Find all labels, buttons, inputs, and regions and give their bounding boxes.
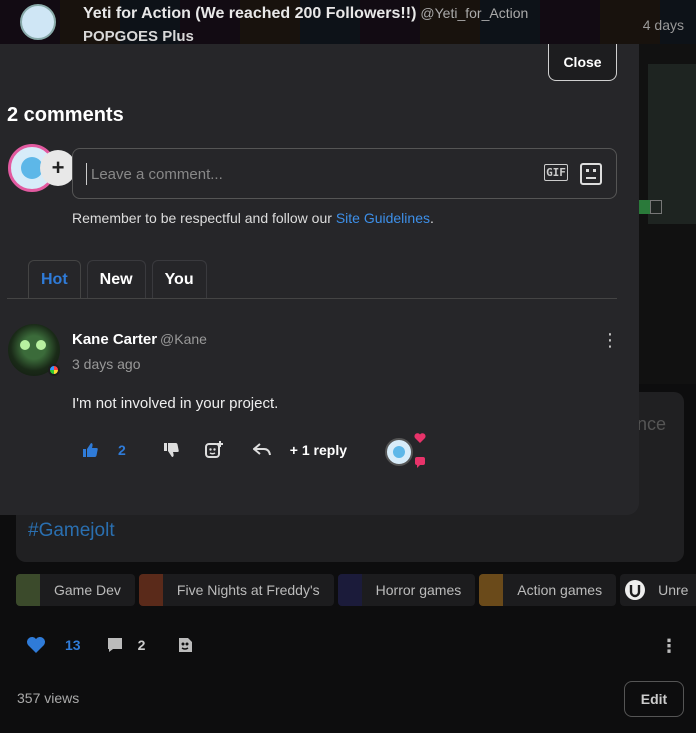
comment-author-line: Kane Carter @Kane <box>72 331 207 348</box>
comment-count[interactable]: 2 <box>138 637 146 653</box>
edit-button[interactable]: Edit <box>624 681 684 717</box>
post-actions: 13 2 <box>26 636 194 654</box>
verified-badge-icon <box>48 364 60 376</box>
comment-like-count[interactable]: 2 <box>118 442 126 458</box>
comment-more-options-icon[interactable]: ⋮ <box>601 330 619 351</box>
reply-icon[interactable] <box>252 443 271 457</box>
post-author-name[interactable]: Yeti for Action (We reached 200 Follower… <box>83 5 416 22</box>
tag-fnaf[interactable]: Five Nights at Freddy's <box>138 574 334 606</box>
heart-reaction-icon <box>414 433 426 443</box>
tab-new[interactable]: New <box>86 260 146 299</box>
tag-label: Unre <box>658 582 689 598</box>
comment-input[interactable]: Leave a comment... GIF <box>72 148 617 199</box>
tag-thumbnail <box>16 574 40 606</box>
site-guidelines-link[interactable]: Site Guidelines <box>336 210 430 226</box>
tag-horror-games[interactable]: Horror games <box>337 574 476 606</box>
guidelines-period: . <box>429 210 434 226</box>
like-count[interactable]: 13 <box>65 637 81 653</box>
tag-label: Horror games <box>375 582 462 598</box>
tabs-divider <box>7 298 617 299</box>
emoji-icon[interactable] <box>580 163 602 185</box>
comment-author[interactable]: Kane Carter <box>72 331 157 348</box>
avatar-face <box>393 446 405 458</box>
add-sticker-icon[interactable] <box>204 440 224 460</box>
plus-icon[interactable]: + <box>40 150 76 186</box>
heart-icon[interactable] <box>26 636 46 654</box>
tag-label: Action games <box>517 582 603 598</box>
emoji-mouth <box>586 176 596 179</box>
post-author-avatar[interactable] <box>20 4 56 40</box>
unreal-logo-icon <box>625 580 646 600</box>
sticker-icon[interactable] <box>176 636 194 654</box>
reply-author-avatar[interactable] <box>385 438 413 466</box>
thumbs-up-icon[interactable] <box>82 442 98 458</box>
tab-hot[interactable]: Hot <box>28 260 81 299</box>
thumbs-down-icon[interactable] <box>163 442 179 458</box>
media-indicator-secondary <box>650 200 662 214</box>
tag-unreal[interactable]: Unre <box>620 574 696 606</box>
comment-body: I'm not involved in your project. <box>72 395 279 412</box>
tag-list: Game Dev Five Nights at Freddy's Horror … <box>16 574 696 606</box>
post-timestamp: 4 days <box>642 17 684 33</box>
tab-you[interactable]: You <box>151 260 207 299</box>
post-subtitle[interactable]: POPGOES Plus <box>83 28 194 45</box>
guidelines-notice: Remember to be respectful and follow our… <box>72 210 434 226</box>
tag-thumbnail <box>479 574 504 606</box>
view-count: 357 views <box>17 690 80 706</box>
guidelines-text: Remember to be respectful and follow our <box>72 210 336 226</box>
tag-thumbnail <box>337 574 362 606</box>
comment-sort-tabs: Hot New You <box>28 260 207 299</box>
media-indicator <box>638 200 650 214</box>
tag-label: Five Nights at Freddy's <box>176 582 320 598</box>
post-media-area <box>638 44 696 384</box>
chat-bubble-reaction-icon <box>415 457 425 468</box>
comment-actions: 2 + 1 reply <box>82 440 347 460</box>
comments-modal: Close 2 comments + Leave a comment... GI… <box>0 44 639 515</box>
comments-heading: 2 comments <box>7 104 124 126</box>
comment-placeholder: Leave a comment... <box>91 166 223 183</box>
post-hashtag[interactable]: #Gamejolt <box>28 520 115 542</box>
post-author-handle[interactable]: @Yeti_for_Action <box>420 5 528 21</box>
post-more-options[interactable]: ⋮ <box>660 636 678 657</box>
text-caret <box>86 163 87 185</box>
comment-timestamp: 3 days ago <box>72 356 141 372</box>
view-replies-button[interactable]: + 1 reply <box>290 442 347 458</box>
comment-author-handle[interactable]: @Kane <box>160 331 207 347</box>
tag-thumbnail <box>138 574 163 606</box>
tag-action-games[interactable]: Action games <box>479 574 617 606</box>
tag-label: Game Dev <box>54 582 121 598</box>
close-button[interactable]: Close <box>548 44 617 81</box>
post-title-line: Yeti for Action (We reached 200 Follower… <box>83 5 528 23</box>
tag-game-dev[interactable]: Game Dev <box>16 574 135 606</box>
avatar-eye <box>36 340 46 350</box>
comment-icon[interactable] <box>106 636 124 654</box>
gif-icon[interactable]: GIF <box>544 164 568 181</box>
avatar-eye <box>20 340 30 350</box>
post-text-fragment: nce <box>636 414 666 434</box>
